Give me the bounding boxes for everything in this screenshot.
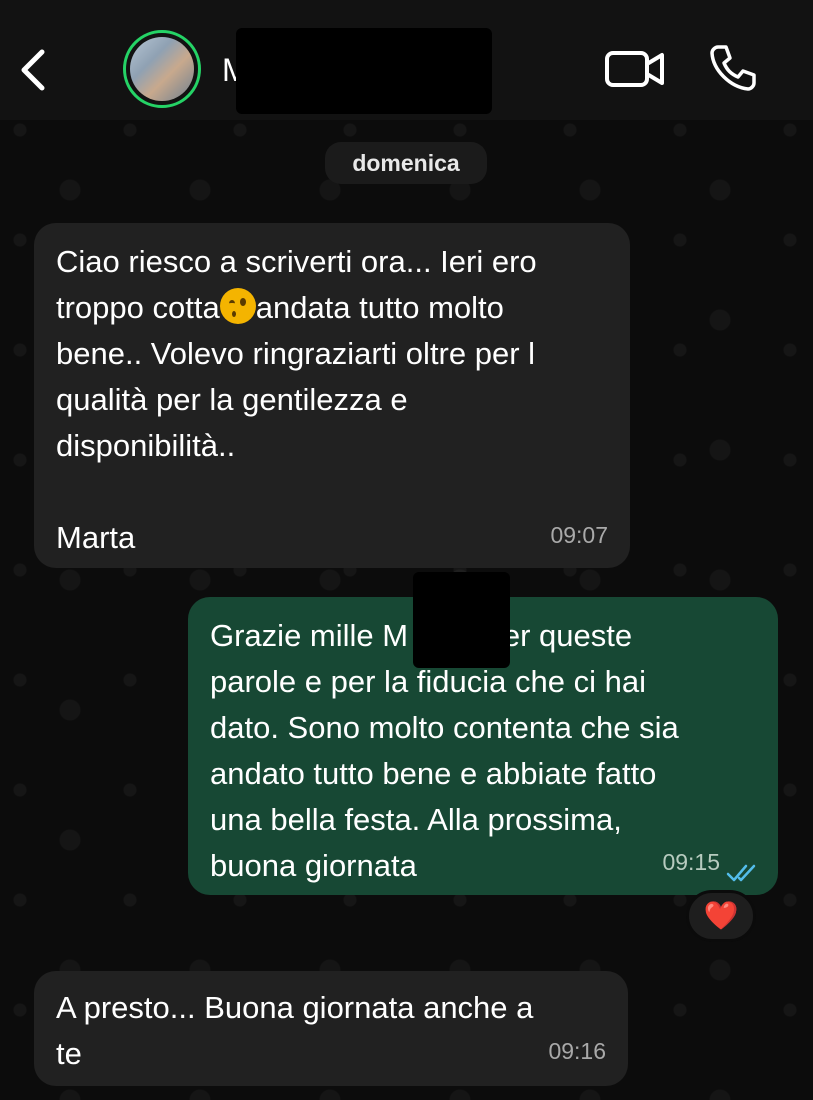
voice-call-button[interactable] [708,42,758,92]
message-bubble-incoming[interactable]: Ciao riesco a scriverti ora... Ieri ero … [34,223,630,568]
chat-header: M [0,0,813,120]
video-camera-icon [605,51,664,87]
phone-icon [710,45,756,91]
double-check-read-icon [726,864,756,882]
redaction-mark [236,28,492,114]
message-timestamp: 09:16 [548,1038,606,1064]
message-text: A presto... Buona giornata anche a te [56,990,534,1071]
winking-face-emoji [219,288,256,324]
contact-avatar[interactable] [123,30,201,108]
date-separator: domenica [325,142,487,184]
message-timestamp: 09:07 [550,522,608,548]
redaction-mark [413,572,510,668]
message-text: Ciao riesco a scriverti ora... Ieri ero … [56,244,537,555]
message-timestamp: 09:15 [662,849,720,875]
back-button[interactable] [14,44,54,96]
heart-reaction[interactable]: ❤️ [686,890,756,942]
avatar-photo [130,37,194,101]
message-bubble-incoming[interactable]: A presto... Buona giornata anche a te 09… [34,971,628,1086]
chevron-left-icon [21,49,45,91]
video-call-button[interactable] [604,46,666,92]
